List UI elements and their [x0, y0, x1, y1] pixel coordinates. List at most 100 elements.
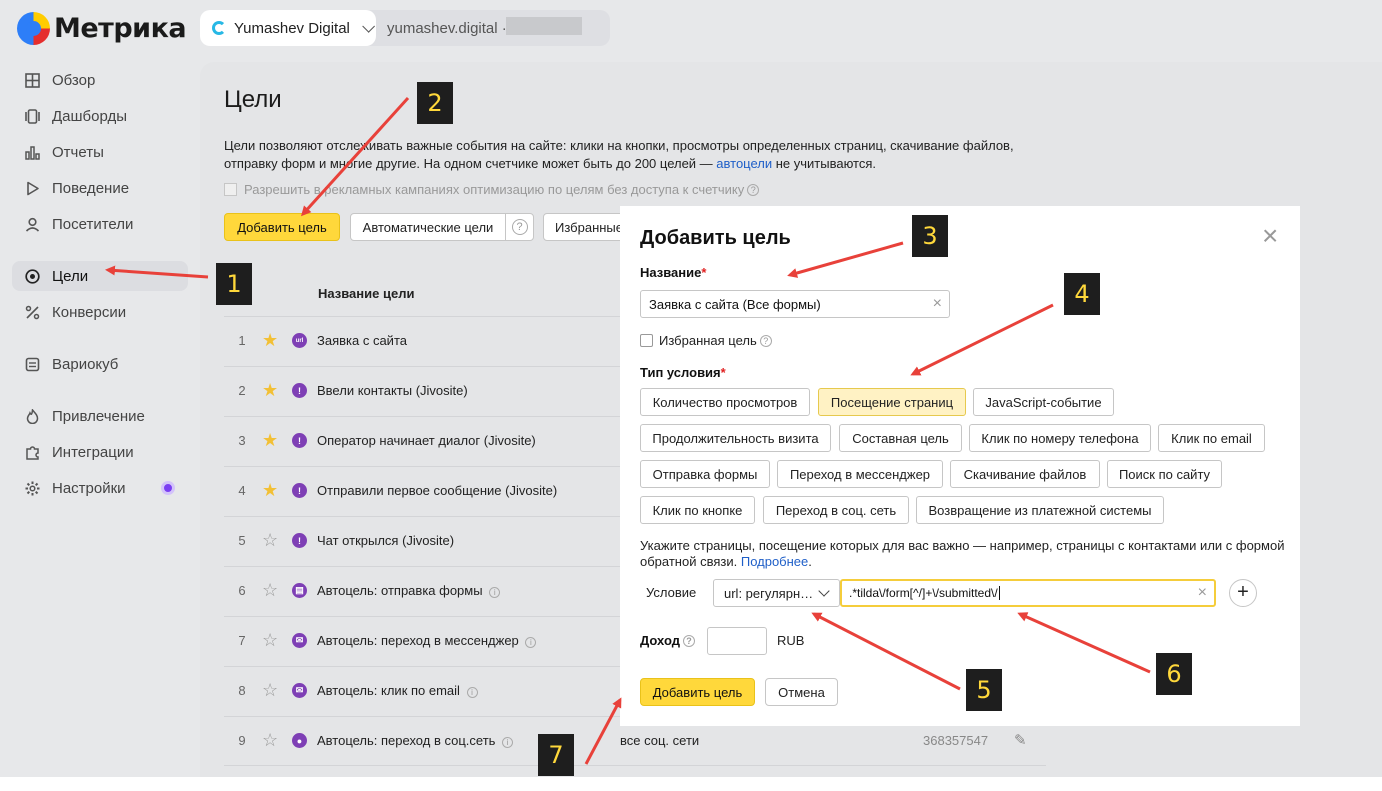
- goal-name[interactable]: Ввели контакты (Jivosite): [317, 383, 468, 398]
- type-visit-duration[interactable]: Продолжительность визита: [640, 424, 831, 452]
- email-goal-icon: ✉: [292, 683, 307, 698]
- annotation-badge-6: 6: [1156, 653, 1192, 695]
- type-button-click[interactable]: Клик по кнопке: [640, 496, 755, 524]
- goal-name-input[interactable]: Заявка с сайта (Все формы) ×: [640, 290, 950, 318]
- star-outline-icon[interactable]: ☆: [262, 581, 278, 599]
- sidebar-item-overview[interactable]: Обзор: [12, 65, 188, 95]
- sidebar-item-reports[interactable]: Отчеты: [12, 137, 188, 167]
- star-outline-icon[interactable]: ☆: [262, 731, 278, 749]
- close-icon[interactable]: ×: [1262, 222, 1278, 250]
- type-pageviews[interactable]: Количество просмотров: [640, 388, 810, 416]
- type-site-search[interactable]: Поиск по сайту: [1107, 460, 1222, 488]
- info-icon[interactable]: i: [525, 637, 537, 648]
- help-icon[interactable]: ?: [682, 634, 695, 647]
- goal-name[interactable]: Заявка с сайта: [317, 333, 407, 348]
- allow-optimization-checkbox[interactable]: Разрешить в рекламных кампаниях оптимиза…: [224, 182, 760, 197]
- star-outline-icon[interactable]: ☆: [262, 681, 278, 699]
- pencil-icon[interactable]: ✎: [1014, 731, 1027, 749]
- checkbox[interactable]: [224, 183, 237, 196]
- type-js-event[interactable]: JavaScript-событие: [973, 388, 1114, 416]
- favorite-goal-checkbox[interactable]: Избранная цель ?: [640, 333, 772, 348]
- goal-name[interactable]: Автоцель: переход в соц.сеть i: [317, 733, 514, 748]
- type-page-visit[interactable]: Посещение страниц: [818, 388, 966, 416]
- help-icon: ?: [511, 219, 528, 235]
- chevron-down-icon: [818, 585, 830, 597]
- target-icon: [24, 268, 40, 284]
- type-payment-return[interactable]: Возвращение из платежной системы: [916, 496, 1164, 524]
- annotation-badge-7: 7: [538, 734, 574, 776]
- income-label: Доход?: [640, 633, 695, 648]
- sidebar-item-label: Цели: [52, 267, 89, 285]
- type-email-click[interactable]: Клик по email: [1158, 424, 1265, 452]
- favorite-goal-label: Избранная цель: [659, 333, 757, 348]
- sidebar-item-label: Посетители: [52, 215, 134, 233]
- row-number: 2: [238, 383, 246, 398]
- row-number: 8: [238, 683, 246, 698]
- annotation-badge-4: 4: [1064, 273, 1100, 315]
- sidebar-item-conversions[interactable]: Конверсии: [12, 297, 188, 327]
- annotation-badge-5: 5: [966, 669, 1002, 711]
- type-file-download[interactable]: Скачивание файлов: [950, 460, 1100, 488]
- cancel-button[interactable]: Отмена: [765, 678, 838, 706]
- percent-icon: [24, 304, 40, 320]
- metrika-logo[interactable]: Метрика: [17, 12, 187, 45]
- checkbox[interactable]: [640, 334, 653, 347]
- url-goal-icon: url: [292, 333, 307, 348]
- star-outline-icon[interactable]: ☆: [262, 531, 278, 549]
- help-icon[interactable]: ?: [747, 183, 760, 196]
- star-outline-icon[interactable]: ☆: [262, 631, 278, 649]
- sidebar-item-dashboards[interactable]: Дашборды: [12, 101, 188, 131]
- goal-name[interactable]: Оператор начинает диалог (Jivosite): [317, 433, 536, 448]
- sidebar-item-variocube[interactable]: Вариокуб: [12, 349, 188, 379]
- goal-name[interactable]: Автоцель: клик по email i: [317, 683, 478, 698]
- star-filled-icon[interactable]: ★: [262, 331, 278, 349]
- puzzle-icon: [24, 444, 40, 460]
- goal-name[interactable]: Автоцель: переход в мессенджер i: [317, 633, 537, 648]
- goals-description: Цели позволяют отслеживать важные событи…: [224, 138, 1014, 171]
- type-social-click[interactable]: Переход в соц. сеть: [763, 496, 909, 524]
- condition-value-input[interactable]: .*tilda\/form[^/]+\/submitted\/ ×: [840, 579, 1216, 607]
- sidebar-item-label: Отчеты: [52, 143, 104, 161]
- help-icon[interactable]: ?: [759, 334, 772, 347]
- clear-icon[interactable]: ×: [1198, 584, 1207, 602]
- auto-goals-help-button[interactable]: ?: [505, 213, 534, 241]
- gear-icon: [24, 480, 40, 496]
- star-filled-icon[interactable]: ★: [262, 381, 278, 399]
- star-filled-icon[interactable]: ★: [262, 431, 278, 449]
- goal-name[interactable]: Автоцель: отправка формы i: [317, 583, 501, 598]
- sidebar-item-behavior[interactable]: Поведение: [12, 173, 188, 203]
- sidebar-item-goals[interactable]: Цели: [12, 261, 188, 291]
- counter-domain: yumashev.digital ·: [387, 20, 507, 37]
- sidebar-item-label: Дашборды: [52, 107, 127, 125]
- add-condition-button[interactable]: +: [1229, 579, 1257, 607]
- type-form-submit[interactable]: Отправка формы: [640, 460, 770, 488]
- sidebar-item-integrations[interactable]: Интеграции: [12, 437, 188, 467]
- page-visit-hint: Укажите страницы, посещение которых для …: [640, 538, 1285, 569]
- sidebar-item-label: Интеграции: [52, 443, 134, 461]
- info-icon[interactable]: i: [502, 737, 514, 748]
- condition-label: Условие: [646, 585, 697, 600]
- goal-name-label: Название*: [640, 265, 707, 280]
- counter-selector[interactable]: Yumashev Digital: [200, 10, 376, 46]
- sidebar-item-visitors[interactable]: Посетители: [12, 209, 188, 239]
- condition-type-select[interactable]: url: регулярн…: [713, 579, 840, 607]
- add-goal-button[interactable]: Добавить цель: [224, 213, 340, 241]
- grid-icon: [24, 72, 40, 88]
- info-icon[interactable]: i: [489, 587, 501, 598]
- goal-name[interactable]: Отправили первое сообщение (Jivosite): [317, 483, 557, 498]
- info-icon[interactable]: i: [466, 687, 478, 698]
- type-phone-click[interactable]: Клик по номеру телефона: [969, 424, 1151, 452]
- type-composite[interactable]: Составная цель: [839, 424, 962, 452]
- modal-title: Добавить цель: [640, 227, 791, 249]
- type-messenger[interactable]: Переход в мессенджер: [777, 460, 943, 488]
- clear-icon[interactable]: ×: [933, 295, 942, 313]
- sidebar-item-acquisition[interactable]: Привлечение: [12, 401, 188, 431]
- submit-goal-button[interactable]: Добавить цель: [640, 678, 755, 706]
- counter-icon: [212, 21, 226, 35]
- autogoals-link[interactable]: автоцели: [716, 156, 772, 171]
- learn-more-link[interactable]: Подробнее: [741, 554, 808, 569]
- star-filled-icon[interactable]: ★: [262, 481, 278, 499]
- auto-goals-button[interactable]: Автоматические цели: [350, 213, 506, 241]
- income-input[interactable]: [707, 627, 767, 655]
- goal-name[interactable]: Чат открылся (Jivosite): [317, 533, 454, 548]
